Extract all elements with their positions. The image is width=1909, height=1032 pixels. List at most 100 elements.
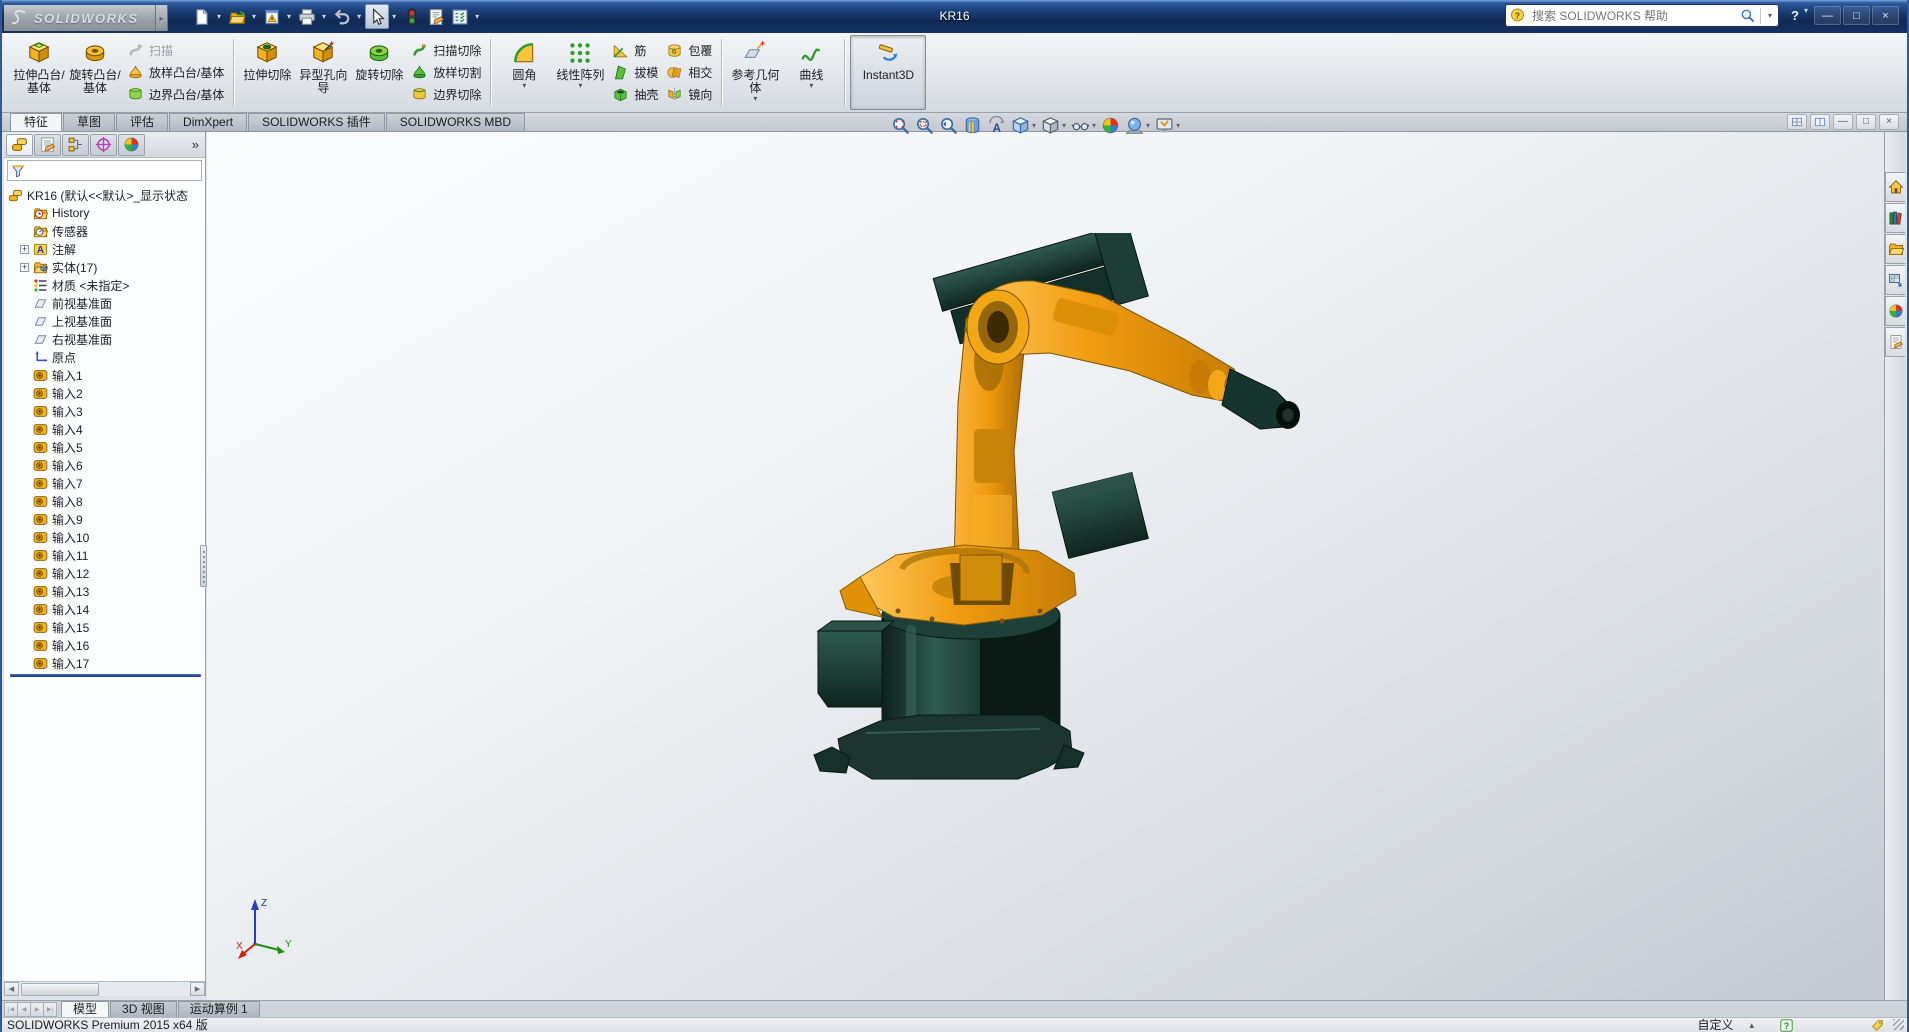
- undo-button[interactable]: [330, 4, 354, 29]
- file-properties-button[interactable]: [424, 4, 448, 29]
- tab-evaluate[interactable]: 评估: [116, 113, 168, 131]
- dropdown-caret-icon[interactable]: ▾: [1176, 121, 1180, 130]
- boundary-cut-button[interactable]: 边界切除: [407, 83, 485, 105]
- edit-appearance-button[interactable]: [1100, 115, 1121, 136]
- mirror-button[interactable]: 镜向: [662, 83, 716, 105]
- tree-item-origin[interactable]: 原点: [8, 348, 205, 366]
- revolved-cut-button[interactable]: 旋转切除: [351, 35, 407, 110]
- doc-close-button[interactable]: ×: [1879, 114, 1899, 130]
- bottom-tab-motion-study-1[interactable]: 运动算例 1: [178, 1001, 260, 1017]
- hide-show-items-button[interactable]: ▾: [1070, 115, 1097, 136]
- swept-cut-button[interactable]: 扫描切除: [407, 39, 485, 61]
- tree-item-material[interactable]: 材质 <未指定>: [8, 276, 205, 294]
- tab-solidworks-add-ins[interactable]: SOLIDWORKS 插件: [248, 113, 385, 131]
- tree-item-annotations[interactable]: +A注解: [8, 240, 205, 258]
- tree-filter[interactable]: [7, 160, 202, 181]
- tab-sketch[interactable]: 草图: [63, 113, 115, 131]
- tree-item-import-11[interactable]: 输入11: [8, 546, 205, 564]
- close-button[interactable]: ×: [1872, 6, 1899, 25]
- tree-item-import-17[interactable]: 输入17: [8, 654, 205, 672]
- featuremanager-tree-tab[interactable]: [6, 134, 33, 156]
- configurationmanager-tab[interactable]: [62, 134, 89, 156]
- zoom-to-area-button[interactable]: [914, 115, 935, 136]
- tab-nav-prev-icon[interactable]: ◀: [17, 1002, 31, 1017]
- dropdown-caret-icon[interactable]: ▾: [809, 82, 813, 90]
- tree-item-import-14[interactable]: 输入14: [8, 600, 205, 618]
- tree-item-sensors[interactable]: 传感器: [8, 222, 205, 240]
- tree-item-import-5[interactable]: 输入5: [8, 438, 205, 456]
- revolved-boss-base-button[interactable]: 旋转凸台/基体: [67, 35, 123, 110]
- previous-view-button[interactable]: [938, 115, 959, 136]
- doc-minimize-button[interactable]: —: [1833, 114, 1853, 130]
- scroll-right-icon[interactable]: ▶: [190, 982, 205, 996]
- dropdown-caret-icon[interactable]: ▾: [753, 95, 757, 103]
- robot-3d-model[interactable]: [802, 233, 1307, 793]
- make-drawing-button[interactable]: [260, 4, 284, 29]
- dropdown-caret-icon[interactable]: ▾: [522, 82, 526, 90]
- help-search-box[interactable]: ? ▾: [1505, 4, 1779, 27]
- print-button[interactable]: [295, 4, 319, 29]
- dropdown-caret-icon[interactable]: ▾: [475, 12, 479, 21]
- view-settings-button[interactable]: ▾: [1154, 115, 1181, 136]
- solidworks-resources-button[interactable]: [1885, 172, 1905, 202]
- tree-item-import-16[interactable]: 输入16: [8, 636, 205, 654]
- dropdown-caret-icon[interactable]: ▾: [1092, 121, 1096, 130]
- custom-properties-button[interactable]: [1885, 327, 1905, 357]
- appearances-scenes-button[interactable]: [1885, 296, 1905, 326]
- expand-plus-icon[interactable]: +: [20, 245, 29, 254]
- dropdown-caret-icon[interactable]: ▾: [217, 12, 221, 21]
- rollback-bar[interactable]: [10, 674, 201, 677]
- tree-item-import-8[interactable]: 输入8: [8, 492, 205, 510]
- lofted-boss-base-button[interactable]: 放样凸台/基体: [123, 61, 228, 83]
- dropdown-caret-icon[interactable]: ▾: [322, 12, 326, 21]
- extruded-boss-base-button[interactable]: 拉伸凸台/基体: [11, 35, 67, 110]
- rib-button[interactable]: 筋: [608, 39, 662, 61]
- bottom-tab-3d-views[interactable]: 3D 视图: [110, 1001, 177, 1017]
- instant3d-button[interactable]: Instant3D: [850, 35, 926, 110]
- minimize-button[interactable]: —: [1814, 6, 1841, 25]
- tab-features[interactable]: 特征: [10, 113, 62, 131]
- shell-button[interactable]: 抽壳: [608, 83, 662, 105]
- two-views-button[interactable]: [1810, 114, 1830, 130]
- tree-item-solid-bodies[interactable]: +实体(17): [8, 258, 205, 276]
- tree-item-import-4[interactable]: 输入4: [8, 420, 205, 438]
- design-library-button[interactable]: [1885, 203, 1905, 233]
- view-orientation-button[interactable]: A: [986, 115, 1007, 136]
- propertymanager-tab[interactable]: [34, 134, 61, 156]
- swept-boss-base-button[interactable]: 扫描: [123, 39, 228, 61]
- options-button[interactable]: [448, 4, 472, 29]
- search-icon[interactable]: [1740, 8, 1755, 23]
- customize-caret-icon[interactable]: ▴: [1749, 1018, 1754, 1032]
- linear-pattern-button[interactable]: 线性阵列▾: [552, 35, 608, 110]
- quick-tips-icon[interactable]: ?: [1780, 1019, 1793, 1032]
- tab-nav-last-icon[interactable]: ▶|: [43, 1002, 57, 1017]
- view-palette-button[interactable]: [1885, 265, 1905, 295]
- file-explorer-button[interactable]: [1885, 234, 1905, 264]
- select-button[interactable]: [365, 4, 389, 29]
- scroll-thumb[interactable]: [21, 983, 99, 996]
- search-caret-icon[interactable]: ▾: [1766, 11, 1774, 20]
- tree-item-top-plane[interactable]: 上视基准面: [8, 312, 205, 330]
- tree-item-import-1[interactable]: 输入1: [8, 366, 205, 384]
- display-style-button[interactable]: ▾: [1040, 115, 1067, 136]
- wrap-button[interactable]: G包覆: [662, 39, 716, 61]
- scroll-left-icon[interactable]: ◀: [4, 982, 19, 996]
- tab-nav-first-icon[interactable]: |◀: [4, 1002, 18, 1017]
- tree-horizontal-scrollbar[interactable]: ◀ ▶: [4, 981, 205, 996]
- displaymanager-tab[interactable]: [118, 134, 145, 156]
- tab-solidworks-mbd[interactable]: SOLIDWORKS MBD: [386, 113, 525, 131]
- tree-item-import-13[interactable]: 输入13: [8, 582, 205, 600]
- intersect-button[interactable]: 相交: [662, 61, 716, 83]
- fillet-button[interactable]: 圆角▾: [496, 35, 552, 110]
- tree-item-import-2[interactable]: 输入2: [8, 384, 205, 402]
- panel-splitter-grip[interactable]: [200, 545, 207, 587]
- dropdown-caret-icon[interactable]: ▾: [287, 12, 291, 21]
- tree-item-import-10[interactable]: 输入10: [8, 528, 205, 546]
- view-selector-button[interactable]: ▾: [1010, 115, 1037, 136]
- extruded-cut-button[interactable]: 拉伸切除: [239, 35, 295, 110]
- boundary-boss-base-button[interactable]: 边界凸台/基体: [123, 83, 228, 105]
- dropdown-caret-icon[interactable]: ▾: [1062, 121, 1066, 130]
- customize-button[interactable]: 自定义: [1697, 1018, 1733, 1032]
- resize-grip[interactable]: [1893, 1019, 1904, 1030]
- apply-scene-button[interactable]: ▾: [1124, 115, 1151, 136]
